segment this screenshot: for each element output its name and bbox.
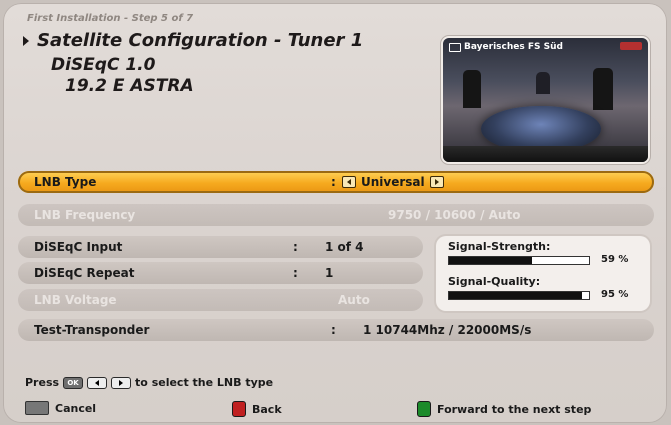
signal-strength-bar bbox=[448, 256, 590, 265]
lnb-voltage-value: Auto bbox=[338, 293, 370, 307]
lnb-type-value: Universal bbox=[361, 175, 425, 189]
signal-quality-fill bbox=[449, 292, 582, 299]
left-arrow-icon[interactable] bbox=[342, 176, 356, 188]
diseqc-input-value: 1 of 4 bbox=[325, 240, 364, 254]
hint-text: to select the LNB type bbox=[135, 376, 274, 389]
lnb-type-value-group: Universal bbox=[342, 175, 444, 189]
cancel-action[interactable]: Cancel bbox=[25, 401, 96, 415]
diseqc-input-colon: : bbox=[293, 240, 298, 254]
lnb-frequency-row: LNB Frequency 9750 / 10600 / Auto bbox=[18, 204, 654, 226]
lnb-type-label: LNB Type bbox=[34, 175, 97, 189]
signal-strength-fill bbox=[449, 257, 532, 264]
step-indicator: First Installation - Step 5 of 7 bbox=[27, 13, 194, 24]
lnb-frequency-value: 9750 / 10600 / Auto bbox=[388, 208, 521, 222]
back-label: Back bbox=[252, 402, 282, 416]
right-arrow-icon[interactable] bbox=[429, 176, 444, 188]
diseqc-repeat-label: DiSEqC Repeat bbox=[34, 266, 135, 280]
cancel-label: Cancel bbox=[55, 401, 97, 415]
test-transponder-row[interactable]: Test-Transponder : 1 10744Mhz / 22000MS/… bbox=[18, 319, 654, 341]
signal-quality-label: Signal-Quality: bbox=[448, 275, 541, 288]
preview-person bbox=[536, 72, 550, 94]
lnb-voltage-row: LNB Voltage Auto bbox=[18, 289, 423, 311]
left-key-icon bbox=[87, 376, 108, 389]
right-key-icon bbox=[111, 376, 132, 389]
title-arrow-icon bbox=[23, 35, 29, 46]
channel-logo-icon bbox=[620, 42, 642, 50]
page-title: Satellite Configuration - Tuner 1 bbox=[23, 30, 363, 51]
hint-line: Press OK to select the LNB type bbox=[25, 376, 273, 389]
preview-person bbox=[593, 68, 613, 110]
diseqc-repeat-value: 1 bbox=[325, 266, 334, 280]
green-button-icon bbox=[417, 401, 431, 417]
lnb-frequency-label: LNB Frequency bbox=[34, 208, 136, 222]
forward-label: Forward to the next step bbox=[437, 402, 592, 416]
diseqc-repeat-row[interactable]: DiSEqC Repeat : 1 bbox=[18, 262, 423, 284]
lnb-type-colon: : bbox=[331, 175, 336, 189]
signal-quality-value: 95 % bbox=[601, 289, 629, 300]
tv-icon bbox=[449, 42, 461, 52]
preview-channel: Bayerisches FS Süd bbox=[449, 42, 563, 52]
diseqc-input-row[interactable]: DiSEqC Input : 1 of 4 bbox=[18, 236, 423, 258]
signal-quality-bar bbox=[448, 291, 590, 300]
test-transponder-value: 1 10744Mhz / 22000MS/s bbox=[363, 323, 532, 337]
diseqc-input-label: DiSEqC Input bbox=[34, 240, 123, 254]
back-action[interactable]: Back bbox=[232, 401, 282, 417]
hint-press: Press bbox=[25, 376, 60, 389]
preview-person bbox=[463, 70, 481, 108]
signal-panel: Signal-Strength: 59 % Signal-Quality: 95… bbox=[436, 236, 650, 311]
signal-strength-value: 59 % bbox=[601, 254, 629, 265]
preview-channel-name: Bayerisches FS Süd bbox=[464, 42, 563, 52]
diseqc-repeat-colon: : bbox=[293, 266, 298, 280]
lnb-type-row[interactable]: LNB Type : Universal bbox=[18, 171, 654, 193]
satellite-name: 19.2 E ASTRA bbox=[65, 76, 194, 96]
test-transponder-colon: : bbox=[331, 323, 336, 337]
red-button-icon bbox=[232, 401, 246, 417]
signal-strength-label: Signal-Strength: bbox=[448, 240, 551, 253]
lnb-voltage-label: LNB Voltage bbox=[34, 293, 117, 307]
diseqc-mode: DiSEqC 1.0 bbox=[51, 55, 156, 75]
ok-key-icon: OK bbox=[63, 376, 84, 389]
forward-action[interactable]: Forward to the next step bbox=[417, 401, 591, 417]
exit-key-icon bbox=[25, 401, 49, 415]
tv-preview: Bayerisches FS Süd bbox=[443, 38, 648, 162]
preview-floor bbox=[443, 146, 648, 162]
page-title-text: Satellite Configuration - Tuner 1 bbox=[37, 30, 364, 51]
test-transponder-label: Test-Transponder bbox=[34, 323, 150, 337]
installation-panel: First Installation - Step 5 of 7 Satelli… bbox=[3, 3, 667, 423]
